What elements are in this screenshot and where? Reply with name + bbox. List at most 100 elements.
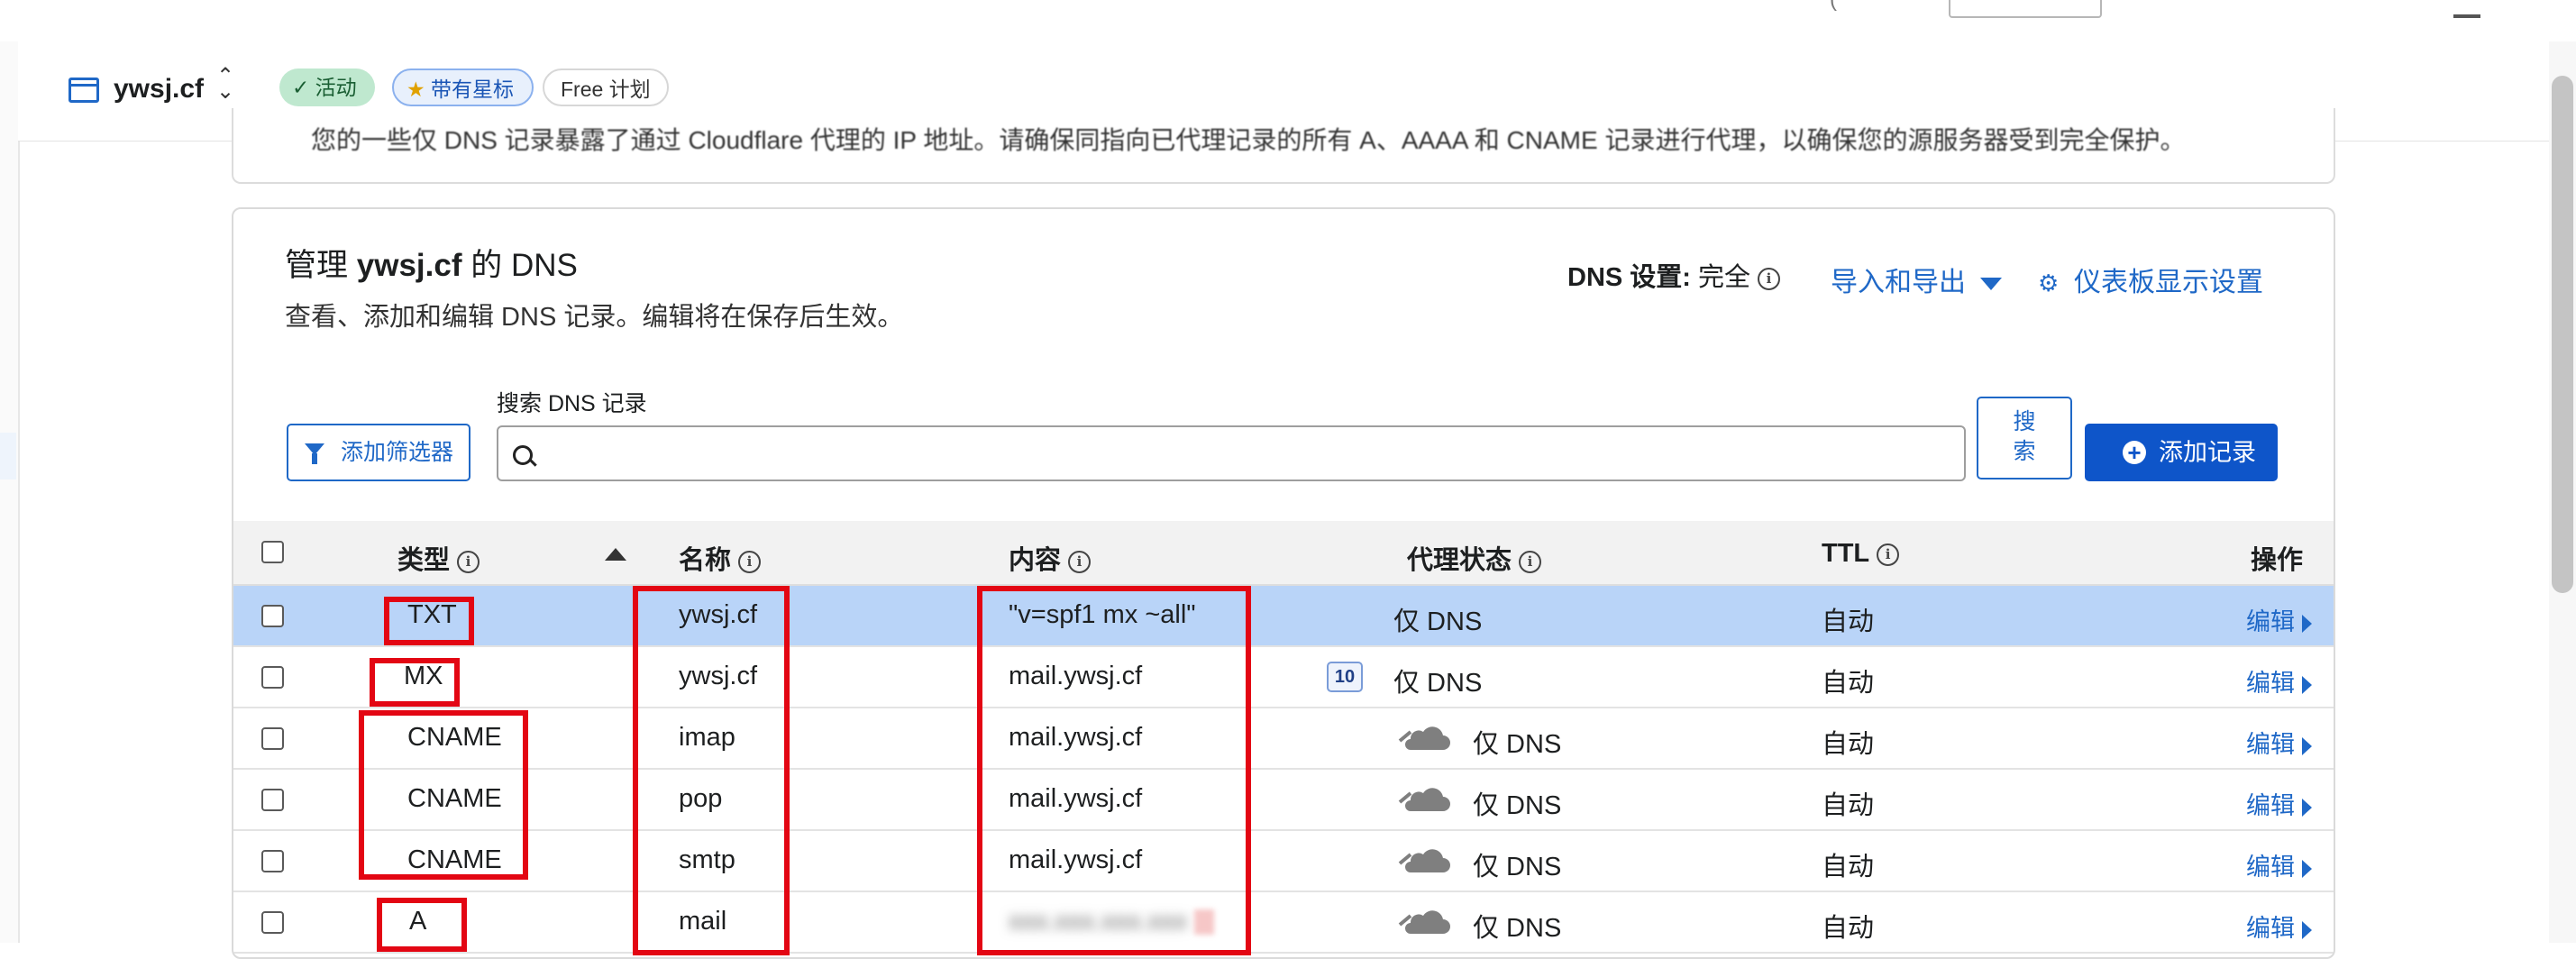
dns-only-cloud-icon[interactable] xyxy=(1398,723,1450,754)
proxy-status: 仅 DNS xyxy=(1473,791,1562,820)
browser-window-icon xyxy=(69,78,99,103)
add-record-button[interactable]: + 添加记录 xyxy=(2085,424,2278,481)
record-content: xxx.xxx.xxx.xxx xyxy=(1009,907,1215,936)
record-name: mail xyxy=(679,907,727,936)
title-prefix: 管理 xyxy=(285,248,349,283)
column-header-proxy-status[interactable]: 代理状态 i xyxy=(1407,539,1542,577)
column-header-content[interactable]: 内容 i xyxy=(1009,539,1092,577)
record-type: CNAME xyxy=(407,784,502,813)
edit-button[interactable]: 编辑 xyxy=(2246,663,2312,699)
edit-button[interactable]: 编辑 xyxy=(2246,786,2312,821)
star-icon: ★ xyxy=(406,78,425,101)
edit-button[interactable]: 编辑 xyxy=(2246,847,2312,882)
plus-icon: + xyxy=(2123,441,2146,464)
record-type: MX xyxy=(404,662,443,690)
edit-label: 编辑 xyxy=(2246,670,2295,697)
record-name: ywsj.cf xyxy=(679,600,757,629)
ttl-value: 自动 xyxy=(1822,853,1875,881)
menu-icon[interactable] xyxy=(2453,0,2480,18)
import-export-label: 导入和导出 xyxy=(1831,268,1966,297)
dns-records-table: 类型 i 名称 i 内容 i 代理状态 i TTL i 操作 TXT ywsj.cf "v… xyxy=(233,521,2334,954)
top-bar-button[interactable] xyxy=(1949,0,2102,18)
help-icon[interactable]: ( xyxy=(1830,0,1837,13)
edit-label: 编辑 xyxy=(2246,608,2295,635)
record-name: pop xyxy=(679,784,723,813)
select-all-checkbox[interactable] xyxy=(261,541,284,563)
plan-badge: Free 计划 xyxy=(543,68,669,106)
info-icon[interactable]: i xyxy=(1068,550,1092,573)
edit-button[interactable]: 编辑 xyxy=(2246,909,2312,944)
row-checkbox[interactable] xyxy=(261,789,284,811)
record-content: mail.ywsj.cf xyxy=(1009,723,1143,752)
scrollbar-thumb[interactable] xyxy=(2552,76,2573,593)
check-icon: ✓ xyxy=(292,76,310,99)
info-icon[interactable]: i xyxy=(1758,267,1781,290)
search-label: 搜索 DNS 记录 xyxy=(497,391,647,416)
priority-badge: 10 xyxy=(1327,662,1363,692)
row-checkbox[interactable] xyxy=(261,727,284,750)
record-content: mail.ywsj.cf xyxy=(1009,845,1143,874)
edit-button[interactable]: 编辑 xyxy=(2246,602,2312,637)
ttl-value: 自动 xyxy=(1822,669,1875,698)
info-icon[interactable]: i xyxy=(1877,543,1900,566)
row-checkbox[interactable] xyxy=(261,666,284,689)
dns-only-cloud-icon[interactable] xyxy=(1398,784,1450,815)
record-name: ywsj.cf xyxy=(679,662,757,690)
import-export-dropdown[interactable]: 导入和导出 xyxy=(1831,260,2002,299)
column-header-ttl[interactable]: TTL i xyxy=(1822,539,1900,569)
sort-ascending-icon[interactable] xyxy=(605,548,626,561)
table-row[interactable]: TXT ywsj.cf "v=spf1 mx ~all" 仅 DNS 自动 编辑 xyxy=(233,586,2334,647)
info-icon[interactable]: i xyxy=(457,550,480,573)
record-name: smtp xyxy=(679,845,735,874)
status-badge-label: 活动 xyxy=(315,76,357,99)
zone-name[interactable]: ywsj.cf xyxy=(114,74,204,105)
ttl-value: 自动 xyxy=(1822,791,1875,820)
table-row[interactable]: CNAME smtp mail.ywsj.cf 仅 DNS 自动 编辑 xyxy=(233,831,2334,892)
search-button-line2: 索 xyxy=(2013,439,2036,464)
record-content: mail.ywsj.cf xyxy=(1009,662,1143,690)
edit-label: 编辑 xyxy=(2246,731,2295,758)
table-header: 类型 i 名称 i 内容 i 代理状态 i TTL i 操作 xyxy=(233,521,2334,586)
page-subtitle: 查看、添加和编辑 DNS 记录。编辑将在保存后生效。 xyxy=(285,303,904,332)
ttl-value: 自动 xyxy=(1822,730,1875,759)
dns-setting-label: DNS 设置: xyxy=(1567,263,1691,292)
edit-label: 编辑 xyxy=(2246,854,2295,881)
search-input[interactable] xyxy=(497,425,1966,481)
search-button[interactable]: 搜 索 xyxy=(1977,397,2072,480)
caret-right-icon xyxy=(2302,675,2312,694)
proxy-status: 仅 DNS xyxy=(1393,669,1483,698)
starred-badge[interactable]: ★ 带有星标 xyxy=(392,68,534,106)
edit-button[interactable]: 编辑 xyxy=(2246,725,2312,760)
dns-only-cloud-icon[interactable] xyxy=(1398,845,1450,876)
column-header-label: 类型 xyxy=(397,546,451,575)
add-filter-label: 添加筛选器 xyxy=(341,440,454,465)
info-icon[interactable]: i xyxy=(1519,550,1542,573)
record-content: mail.ywsj.cf xyxy=(1009,784,1143,813)
dns-setting-value: 完全 xyxy=(1698,263,1751,292)
gear-icon: ⚙ xyxy=(2038,269,2060,297)
caret-right-icon xyxy=(2302,920,2312,939)
table-row[interactable]: CNAME pop mail.ywsj.cf 仅 DNS 自动 编辑 xyxy=(233,770,2334,831)
proxy-warning-card: 您的一些仅 DNS 记录暴露了通过 Cloudflare 代理的 IP 地址。请… xyxy=(232,108,2335,184)
sidebar-selected-item[interactable] xyxy=(0,433,16,480)
add-filter-button[interactable]: 添加筛选器 xyxy=(287,424,470,481)
edit-label: 编辑 xyxy=(2246,915,2295,942)
search-icon xyxy=(513,445,533,465)
column-header-name[interactable]: 名称 i xyxy=(679,539,762,577)
record-type: CNAME xyxy=(407,723,502,752)
column-header-type[interactable]: 类型 i xyxy=(397,539,480,577)
row-checkbox[interactable] xyxy=(261,605,284,627)
row-checkbox[interactable] xyxy=(261,911,284,934)
caret-right-icon xyxy=(2302,736,2312,755)
dns-setting: DNS 设置: 完全 i xyxy=(1567,256,1781,294)
dashboard-settings-button[interactable]: ⚙ 仪表板显示设置 xyxy=(2038,260,2263,299)
dns-management-card: 管理 ywsj.cf 的 DNS 查看、添加和编辑 DNS 记录。编辑将在保存后… xyxy=(232,207,2335,959)
record-name: imap xyxy=(679,723,735,752)
table-row[interactable]: CNAME imap mail.ywsj.cf 仅 DNS 自动 编辑 xyxy=(233,708,2334,770)
table-row[interactable]: A mail xxx.xxx.xxx.xxx 仅 DNS 自动 编辑 xyxy=(233,892,2334,954)
table-row[interactable]: MX ywsj.cf mail.ywsj.cf 10 仅 DNS 自动 编辑 xyxy=(233,647,2334,708)
row-checkbox[interactable] xyxy=(261,850,284,872)
chevron-up-down-icon[interactable]: ⌃ ⌄ xyxy=(216,66,234,103)
info-icon[interactable]: i xyxy=(738,550,762,573)
dns-only-cloud-icon[interactable] xyxy=(1398,907,1450,937)
